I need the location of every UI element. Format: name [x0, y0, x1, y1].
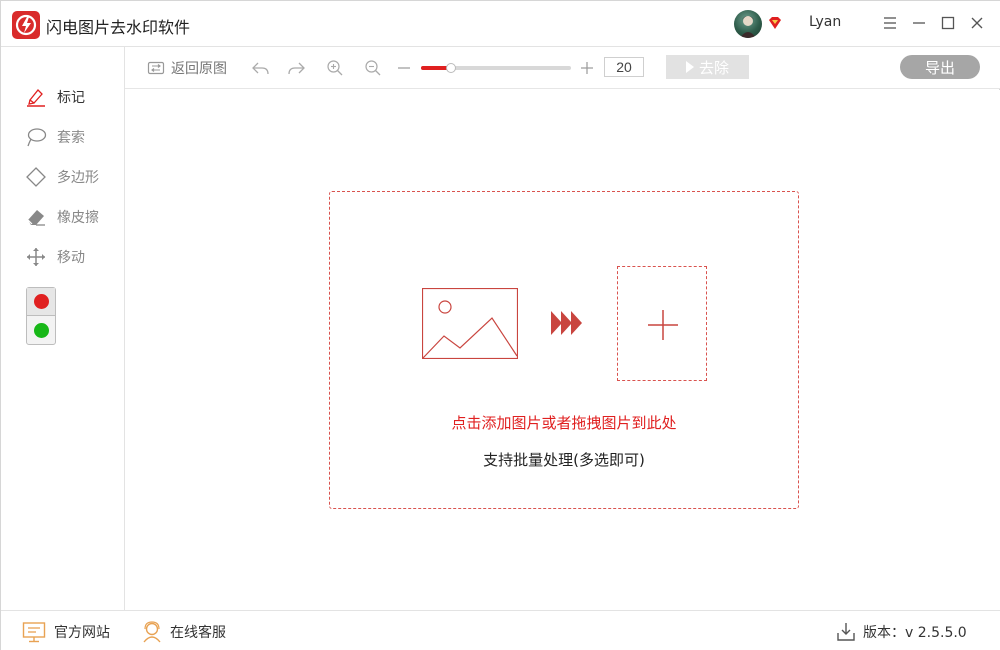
redo-icon[interactable] — [287, 57, 307, 79]
tool-polygon[interactable]: 多边形 — [25, 165, 99, 189]
title-bar: 闪电图片去水印软件 Lyan — [1, 1, 1000, 47]
minimize-icon[interactable] — [910, 14, 928, 32]
download-icon — [837, 623, 855, 641]
color-swatch-red[interactable] — [27, 288, 55, 316]
app-title: 闪电图片去水印软件 — [46, 18, 191, 37]
export-label: 导出 — [924, 58, 955, 77]
canvas-area: 点击添加图片或者拖拽图片到此处 支持批量处理(多选即可) — [126, 90, 1000, 610]
brush-size-slider[interactable] — [421, 63, 571, 73]
monitor-icon — [22, 622, 46, 643]
tool-move[interactable]: 移动 — [25, 245, 85, 269]
remove-watermark-label: 去除 — [698, 58, 729, 77]
undo-icon[interactable] — [250, 57, 270, 79]
online-support-label: 在线客服 — [170, 625, 226, 641]
toolbar: 返回原图 20 去除 导出 — [125, 47, 1000, 89]
eraser-icon — [27, 210, 45, 226]
green-dot-icon — [33, 322, 49, 338]
add-image-button[interactable] — [617, 266, 707, 381]
tool-polygon-label: 多边形 — [57, 170, 99, 186]
official-website-link[interactable]: 官方网站 — [22, 621, 110, 643]
menu-icon[interactable] — [881, 14, 899, 32]
support-agent-icon — [143, 621, 161, 643]
remove-watermark-button[interactable]: 去除 — [666, 55, 749, 79]
tool-lasso-label: 套索 — [57, 130, 85, 146]
image-drop-zone[interactable]: 点击添加图片或者拖拽图片到此处 支持批量处理(多选即可) — [329, 191, 799, 509]
tool-eraser[interactable]: 橡皮擦 — [25, 205, 99, 229]
brush-size-decrease-icon[interactable] — [397, 57, 411, 79]
restore-icon — [147, 61, 165, 75]
status-bar: 官方网站 在线客服 版本：v 2.5.5.0 — [1, 610, 1000, 650]
red-dot-icon — [33, 294, 49, 309]
brush-size-input[interactable]: 20 — [604, 57, 644, 77]
plus-icon — [648, 310, 678, 340]
brush-size-slider-thumb[interactable] — [446, 63, 456, 73]
zoom-out-icon[interactable] — [364, 57, 382, 79]
image-placeholder-icon — [421, 287, 519, 363]
batch-hint: 支持批量处理(多选即可) — [483, 451, 645, 469]
close-icon[interactable] — [968, 14, 986, 32]
version-info[interactable]: 版本：v 2.5.5.0 — [837, 621, 967, 643]
official-website-label: 官方网站 — [54, 625, 110, 641]
vip-diamond-icon[interactable] — [767, 15, 783, 31]
online-support-link[interactable]: 在线客服 — [142, 621, 226, 643]
color-swatch-green[interactable] — [27, 316, 55, 344]
forward-arrows-icon — [551, 310, 583, 340]
user-avatar[interactable] — [734, 10, 762, 38]
restore-original-label: 返回原图 — [171, 61, 227, 77]
username[interactable]: Lyan — [809, 14, 841, 30]
version-label: 版本：v 2.5.5.0 — [863, 625, 967, 641]
tool-sidebar: 标记 套索 多边形 橡皮擦 移动 — [1, 47, 125, 610]
app-window: 闪电图片去水印软件 Lyan 返回原图 20 去除 导出 标记 套索 多边形 橡… — [0, 0, 1000, 650]
tool-marker-label: 标记 — [57, 90, 85, 106]
tool-lasso[interactable]: 套索 — [25, 125, 85, 149]
add-image-hint[interactable]: 点击添加图片或者拖拽图片到此处 — [330, 412, 798, 433]
polygon-icon — [26, 167, 46, 187]
brush-size-increase-icon[interactable] — [580, 57, 594, 79]
color-picker — [26, 287, 56, 345]
move-icon — [27, 248, 45, 266]
play-icon — [685, 61, 694, 73]
marker-icon — [27, 89, 45, 107]
tool-move-label: 移动 — [57, 250, 85, 266]
restore-original-button[interactable]: 返回原图 — [147, 57, 227, 79]
app-logo-icon — [12, 11, 40, 39]
tool-marker[interactable]: 标记 — [25, 85, 85, 109]
lasso-icon — [27, 128, 47, 147]
tool-eraser-label: 橡皮擦 — [57, 210, 99, 226]
maximize-icon[interactable] — [939, 14, 957, 32]
zoom-in-icon[interactable] — [326, 57, 344, 79]
export-button[interactable]: 导出 — [900, 55, 980, 79]
